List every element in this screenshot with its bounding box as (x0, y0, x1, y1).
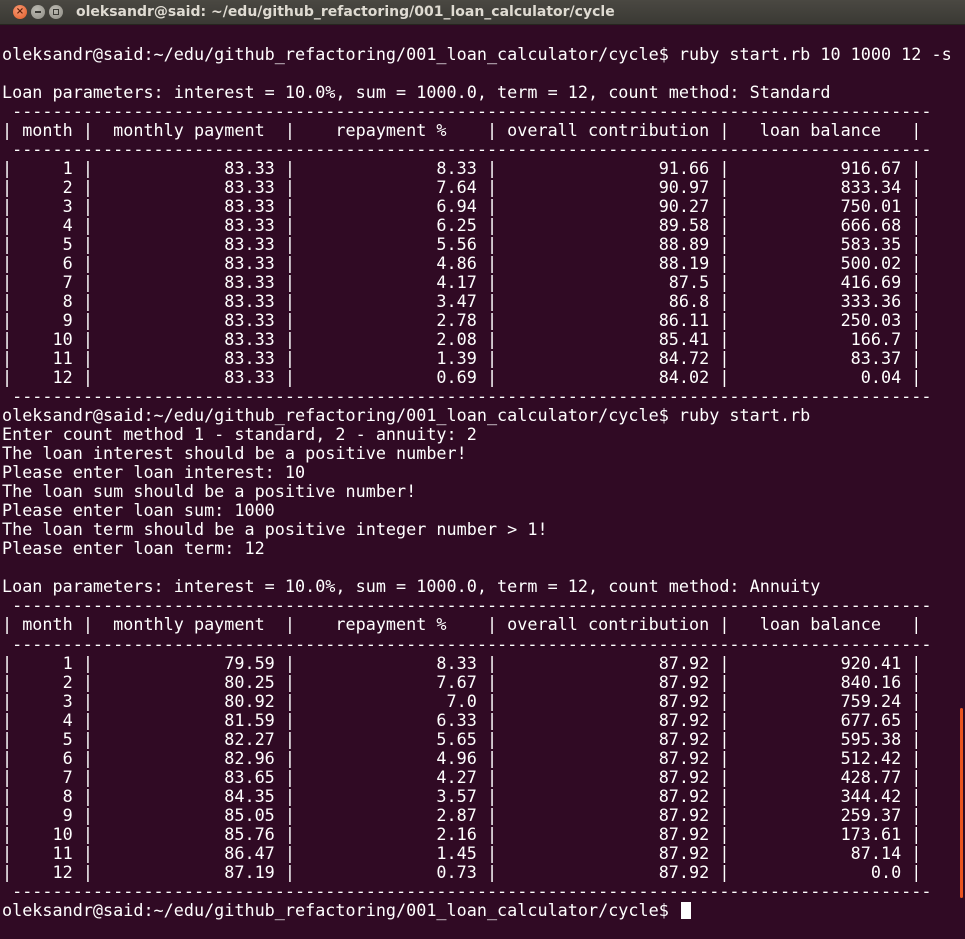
terminal-line: | 5 | 82.27 | 5.65 | 87.92 | 595.38 | (2, 728, 922, 749)
terminal-line: Please enter loan interest: 10 (2, 462, 306, 483)
terminal-line: | 10 | 83.33 | 2.08 | 85.41 | 166.7 | (2, 329, 922, 350)
terminal-line: ----------------------------------------… (2, 880, 932, 901)
terminal-line: Please enter loan sum: 1000 (2, 500, 275, 521)
terminal-line: | 1 | 83.33 | 8.33 | 91.66 | 916.67 | (2, 158, 922, 179)
terminal-line: | 5 | 83.33 | 5.56 | 88.89 | 583.35 | (2, 234, 922, 255)
terminal-line: | 10 | 85.76 | 2.16 | 87.92 | 173.61 | (2, 823, 922, 844)
terminal-line: Enter count method 1 - standard, 2 - ann… (2, 424, 477, 445)
terminal-line: | 8 | 83.33 | 3.47 | 86.8 | 333.36 | (2, 291, 922, 312)
terminal-line: oleksandr@said:~/edu/github_refactoring/… (2, 405, 811, 426)
terminal-line: | 4 | 83.33 | 6.25 | 89.58 | 666.68 | (2, 215, 922, 236)
terminal-line: | 6 | 83.33 | 4.86 | 88.19 | 500.02 | (2, 253, 922, 274)
scrollbar-thumb[interactable] (960, 708, 963, 898)
window-title: oleksandr@said: ~/edu/github_refactoring… (76, 4, 615, 20)
terminal-line: | 12 | 87.19 | 0.73 | 87.92 | 0.0 | (2, 861, 922, 882)
terminal-line: | 2 | 83.33 | 7.64 | 90.97 | 833.34 | (2, 177, 922, 198)
terminal-line: The loan interest should be a positive n… (2, 443, 467, 464)
terminal-line: ----------------------------------------… (2, 595, 932, 616)
prompt-line[interactable]: oleksandr@said:~/edu/github_refactoring/… (2, 899, 957, 920)
terminal-line: | month | monthly payment | repayment % … (2, 120, 922, 141)
shell-prompt: oleksandr@said:~/edu/github_refactoring/… (2, 899, 679, 920)
terminal-line: | 7 | 83.33 | 4.17 | 87.5 | 416.69 | (2, 272, 922, 293)
terminal-line: | 9 | 83.33 | 2.78 | 86.11 | 250.03 | (2, 310, 922, 331)
close-button[interactable]: × (13, 5, 27, 19)
terminal-line: | 9 | 85.05 | 2.87 | 87.92 | 259.37 | (2, 804, 922, 825)
terminal-line: ----------------------------------------… (2, 633, 932, 654)
terminal-line: | 11 | 83.33 | 1.39 | 84.72 | 83.37 | (2, 348, 922, 369)
terminal-line: | 4 | 81.59 | 6.33 | 87.92 | 677.65 | (2, 709, 922, 730)
terminal-line: | 11 | 86.47 | 1.45 | 87.92 | 87.14 | (2, 842, 922, 863)
terminal-line: | 3 | 80.92 | 7.0 | 87.92 | 759.24 | (2, 690, 922, 711)
terminal-line: Loan parameters: interest = 10.0%, sum =… (2, 82, 831, 103)
terminal-line: ----------------------------------------… (2, 386, 932, 407)
window-titlebar: × oleksandr@said: ~/edu/github_refactori… (0, 0, 965, 25)
terminal-output[interactable]: oleksandr@said:~/edu/github_refactoring/… (2, 26, 957, 939)
text-cursor (680, 902, 691, 920)
terminal-line: | 8 | 84.35 | 3.57 | 87.92 | 344.42 | (2, 785, 922, 806)
terminal-line: | 6 | 82.96 | 4.96 | 87.92 | 512.42 | (2, 747, 922, 768)
maximize-button[interactable] (49, 5, 63, 19)
terminal-line: ----------------------------------------… (2, 139, 932, 160)
terminal-line: ----------------------------------------… (2, 101, 932, 122)
terminal-line: Please enter loan term: 12 (2, 538, 265, 559)
terminal-line: | 3 | 83.33 | 6.94 | 90.27 | 750.01 | (2, 196, 922, 217)
terminal-line: | 12 | 83.33 | 0.69 | 84.02 | 0.04 | (2, 367, 922, 388)
terminal-line: The loan term should be a positive integ… (2, 519, 548, 540)
minimize-button[interactable] (31, 5, 45, 19)
terminal-line: | 2 | 80.25 | 7.67 | 87.92 | 840.16 | (2, 671, 922, 692)
terminal-line: | 7 | 83.65 | 4.27 | 87.92 | 428.77 | (2, 766, 922, 787)
terminal-line: | month | monthly payment | repayment % … (2, 614, 922, 635)
terminal-line: The loan sum should be a positive number… (2, 481, 417, 502)
terminal-line: | 1 | 79.59 | 8.33 | 87.92 | 920.41 | (2, 652, 922, 673)
terminal-line: Loan parameters: interest = 10.0%, sum =… (2, 576, 821, 597)
terminal-line: oleksandr@said:~/edu/github_refactoring/… (2, 44, 952, 65)
